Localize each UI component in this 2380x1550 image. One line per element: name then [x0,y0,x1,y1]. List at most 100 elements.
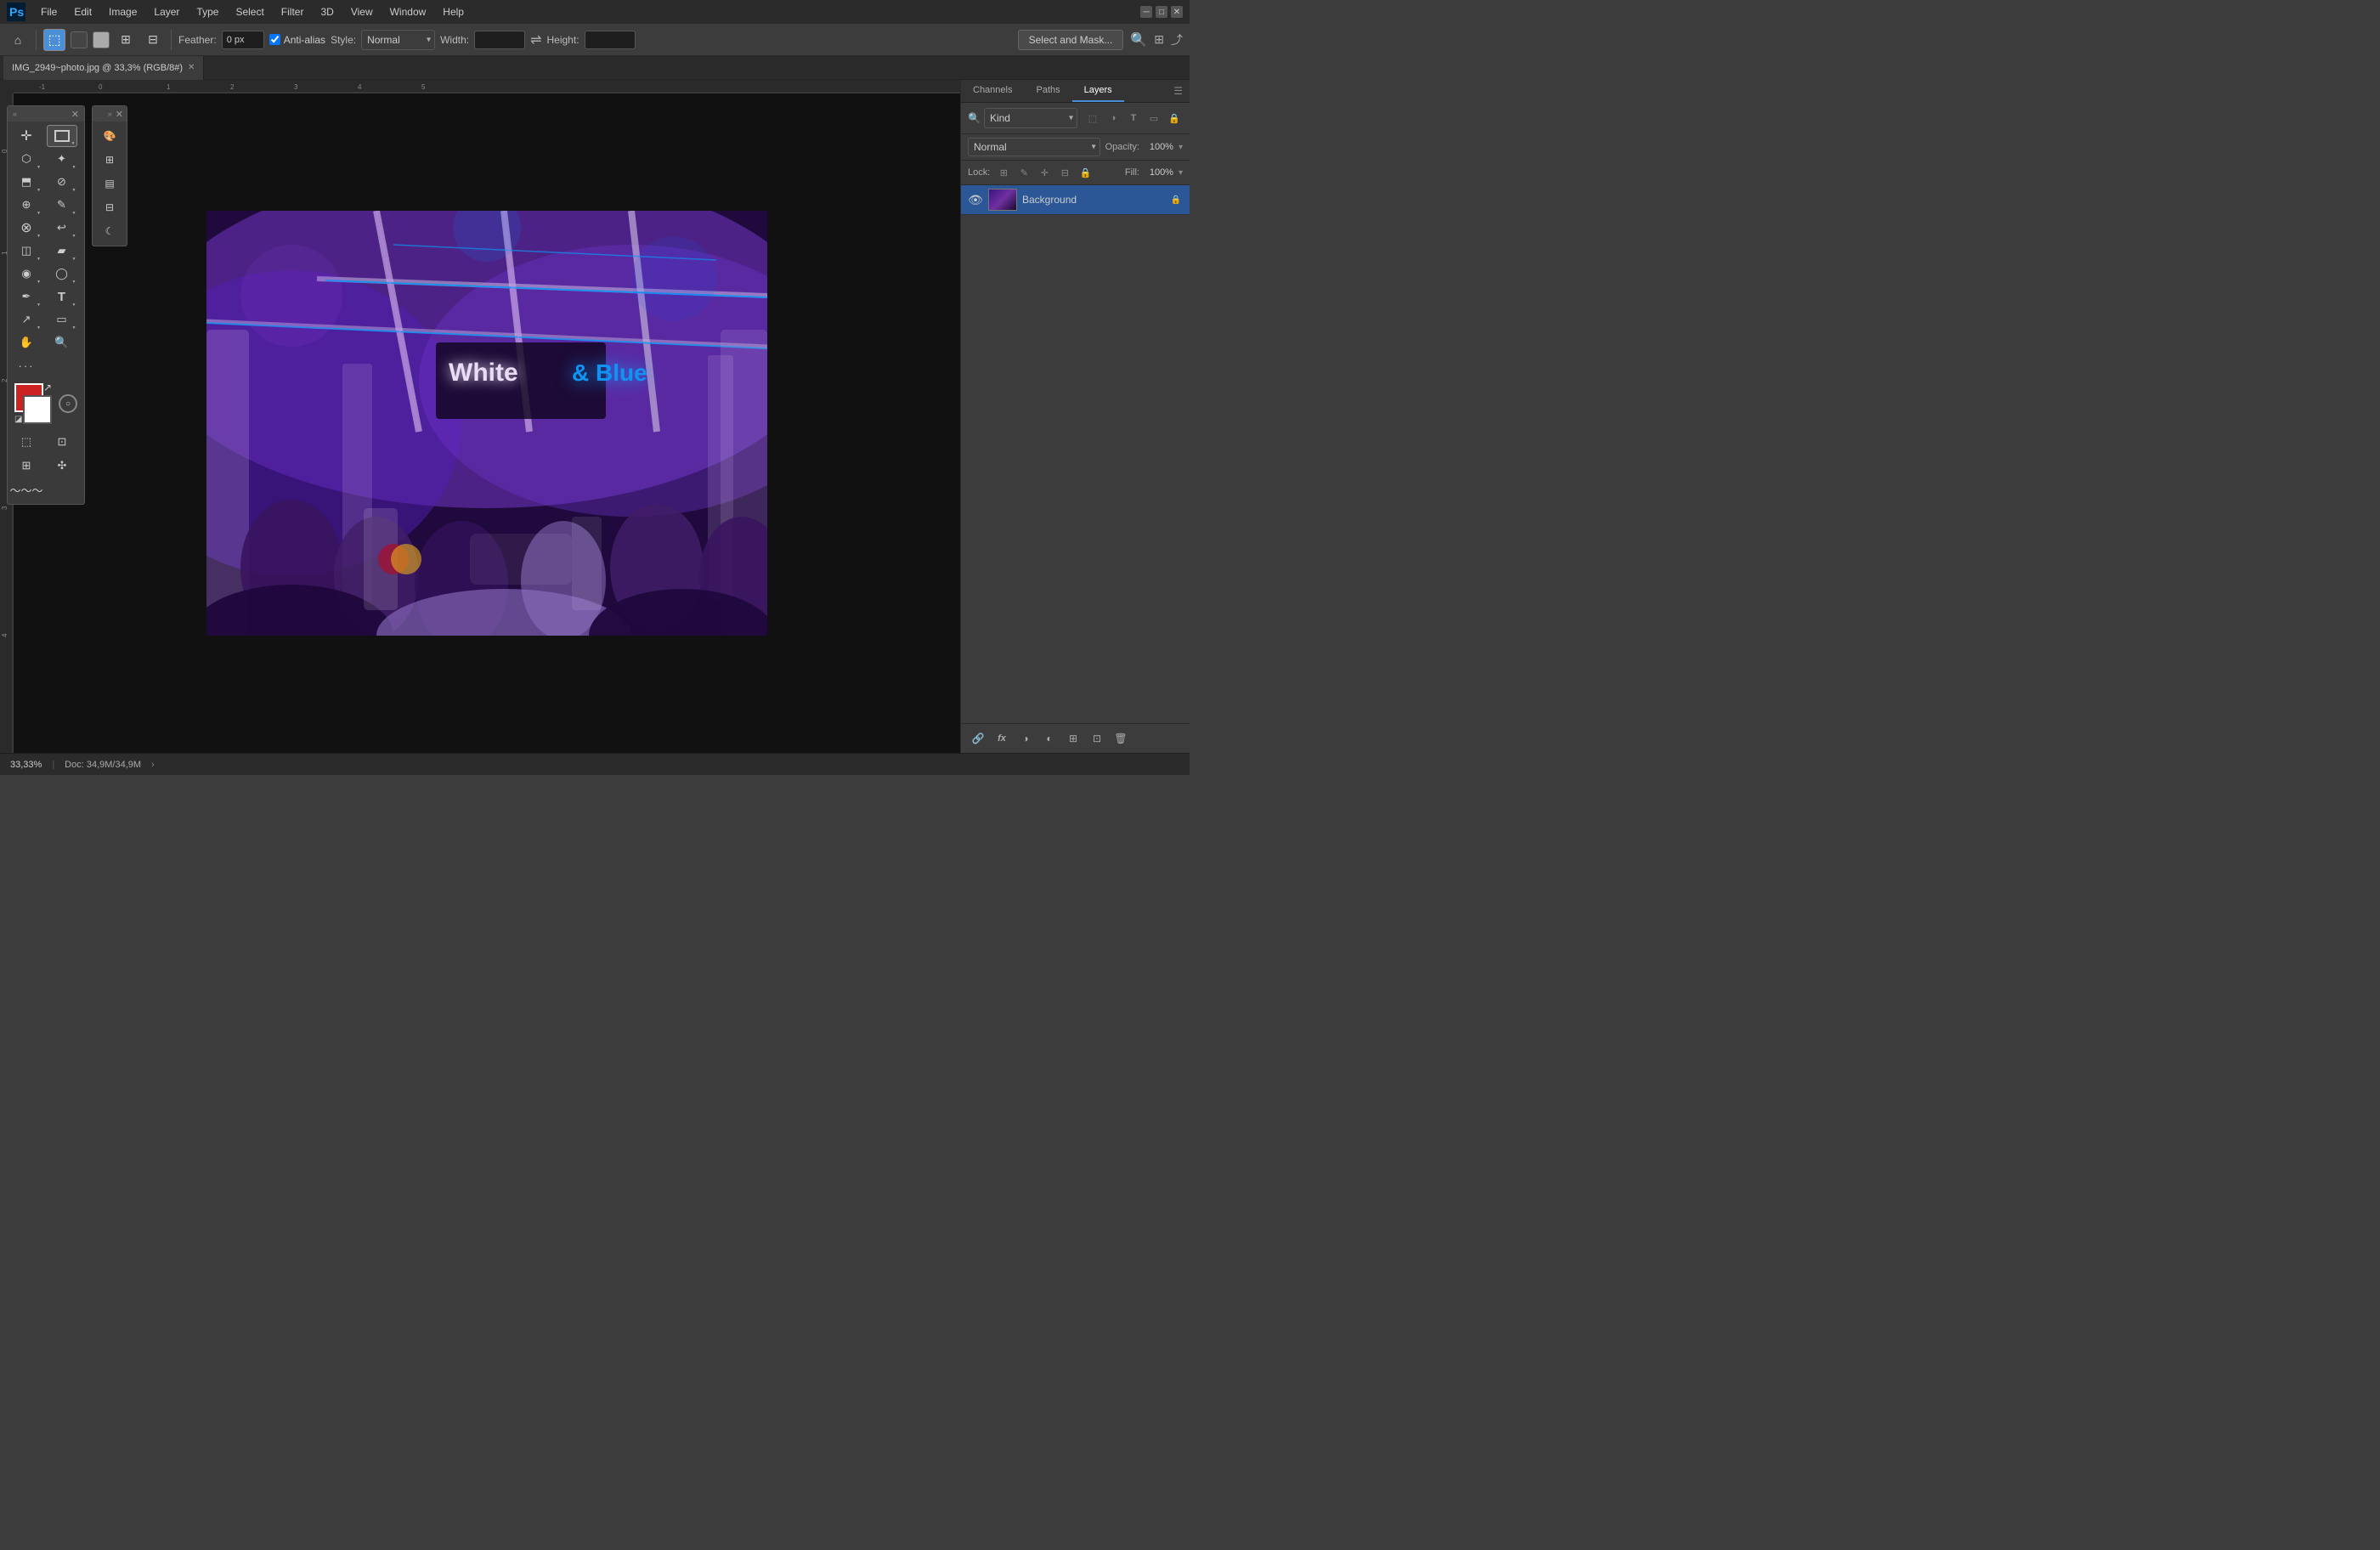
new-group-button[interactable]: ⊞ [1063,729,1083,748]
gradients-tool[interactable]: ▤ [97,173,122,195]
add-mask-button[interactable]: ◑ [1015,729,1036,748]
home-button[interactable]: ⌂ [7,29,29,51]
menu-image[interactable]: Image [102,4,144,20]
lock-artboard-icon[interactable]: ⊟ [1056,164,1073,181]
brush-tool[interactable]: ✎ ▼ [47,194,77,216]
add-to-selection-btn[interactable]: ⊞ [115,29,137,51]
foreground-color-btn[interactable] [71,31,88,48]
subtract-from-selection-btn[interactable]: ⊟ [142,29,164,51]
type-tool[interactable]: T ▼ [47,286,77,308]
menu-edit[interactable]: Edit [67,4,99,20]
delete-layer-button[interactable]: 🗑 [1111,729,1131,748]
pen-tool[interactable]: ✒ ▼ [11,286,42,308]
panel2-close-icon[interactable]: ✕ [116,109,123,120]
pixel-filter-icon[interactable]: ⬚ [1084,110,1101,127]
gradient-tool[interactable]: ▰ ▼ [47,240,77,262]
tab-close-icon[interactable]: ✕ [188,63,195,72]
clone-stamp-tool[interactable]: ⊗ ▼ [11,217,42,239]
default-colors-icon[interactable]: ◪ [14,415,22,424]
menu-layer[interactable]: Layer [147,4,186,20]
artboard-tool[interactable]: ⊞ [11,455,42,477]
lock-image-pixels-icon[interactable]: ✎ [1015,164,1032,181]
healing-tool[interactable]: ⊕ ▼ [11,194,42,216]
eraser-tool[interactable]: ◫ ▼ [11,240,42,262]
new-adjustment-layer-button[interactable]: ◐ [1039,729,1060,748]
lasso-tool[interactable]: ⬡ ▼ [11,148,42,170]
opacity-chevron[interactable]: ▾ [1179,143,1183,152]
menu-window[interactable]: Window [383,4,433,20]
background-color-box[interactable] [23,395,52,424]
link-layers-button[interactable]: 🔗 [968,729,988,748]
canvas-area[interactable]: -1 0 1 2 3 4 5 0 1 2 3 4 [0,80,960,753]
menu-file[interactable]: File [34,4,64,20]
history-brush-tool[interactable]: ↩ ▼ [47,217,77,239]
hand-tool[interactable]: ✋ [11,331,42,354]
search-button[interactable]: 🔍 [1130,31,1147,48]
rect-marquee-tool-btn[interactable]: ⬚ [43,29,65,51]
panel2-expand-icon[interactable]: » [108,110,112,118]
rect-marquee-float-tool[interactable]: ▼ [47,125,77,147]
swap-wh-button[interactable]: ⇌ [530,31,541,48]
dodge-tool[interactable]: ◯ ▼ [47,263,77,285]
new-layer-button[interactable]: ⊡ [1087,729,1107,748]
select-and-mask-button[interactable]: Select and Mask... [1018,30,1124,50]
shape-tool[interactable]: ▭ ▼ [47,308,77,331]
maximize-button[interactable]: □ [1156,6,1167,18]
wave-tool[interactable]: 〜〜〜 [11,478,42,501]
quick-mask-btn[interactable]: ○ [59,394,77,413]
lock-all-icon[interactable]: 🔒 [1077,164,1094,181]
fill-value[interactable]: 100% [1145,167,1173,178]
swatches-tool[interactable]: ⊞ [97,149,122,171]
menu-type[interactable]: Type [189,4,225,20]
adjustment-filter-icon[interactable]: ◑ [1105,110,1122,127]
share-button[interactable]: ⤴ [1171,31,1183,48]
screen-mode-tool[interactable]: ⊡ [47,431,77,453]
canvas-content[interactable]: White & Blue [14,93,960,753]
status-expand-arrow[interactable]: › [151,760,155,770]
fill-chevron[interactable]: ▾ [1179,168,1183,178]
shape-filter-icon[interactable]: ▭ [1145,110,1162,127]
kind-select-wrapper[interactable]: Kind [984,108,1077,128]
layer-item-background[interactable]: 👁 Background 🔒 [961,185,1190,215]
blend-mode-select[interactable]: Normal [968,138,1100,156]
floating-toolbox-collapse-icon[interactable]: « [13,110,17,118]
feather-input[interactable] [222,31,264,49]
swap-colors-icon[interactable]: ↗ [43,382,52,393]
layers-tab[interactable]: Layers [1072,80,1124,102]
style-select-wrapper[interactable]: Normal Fixed Ratio Fixed Size [361,30,435,50]
path-select-tool[interactable]: ↗ ▼ [11,308,42,331]
frame-tool[interactable]: ⬚ [11,431,42,453]
close-button[interactable]: ✕ [1171,6,1183,18]
channels-tab[interactable]: Channels [961,80,1024,102]
menu-filter[interactable]: Filter [274,4,311,20]
kind-select[interactable]: Kind [984,108,1077,128]
patterns-tool[interactable]: ⊟ [97,196,122,218]
more-tools[interactable]: ··· [11,354,42,376]
blur-tool[interactable]: ◉ ▼ [11,263,42,285]
layer-visibility-eye[interactable]: 👁 [968,192,983,207]
color-wheel-tool[interactable]: 🎨 [97,125,122,147]
opacity-value[interactable]: 100% [1145,142,1173,152]
quick-select-tool[interactable]: ✦ ▼ [47,148,77,170]
blend-mode-wrapper[interactable]: Normal [968,138,1100,156]
document-tab[interactable]: IMG_2949~photo.jpg @ 33,3% (RGB/8#) ✕ [3,56,204,80]
anti-alias-checkbox[interactable] [269,34,280,45]
style-select[interactable]: Normal Fixed Ratio Fixed Size [361,30,435,50]
navigator-tool[interactable]: ✣ [47,455,77,477]
anti-alias-checkbox-label[interactable]: Anti-alias [269,34,325,46]
eyedropper-tool[interactable]: ⊘ ▼ [47,171,77,193]
lock-transparent-pixels-icon[interactable]: ⊞ [995,164,1012,181]
move-tool[interactable]: ✛ [11,125,42,147]
height-input[interactable] [585,31,636,49]
panel-menu-icon[interactable]: ☰ [1167,80,1190,102]
background-color-btn[interactable] [93,31,110,48]
type-filter-icon[interactable]: T [1125,110,1142,127]
width-input[interactable] [474,31,525,49]
menu-3d[interactable]: 3D [314,4,340,20]
menu-select[interactable]: Select [229,4,270,20]
lock-position-icon[interactable]: ✛ [1036,164,1053,181]
layout-button[interactable]: ⊞ [1154,32,1164,47]
menu-view[interactable]: View [344,4,380,20]
fx-button[interactable]: fx [992,729,1012,748]
crop-tool[interactable]: ⬒ ▼ [11,171,42,193]
